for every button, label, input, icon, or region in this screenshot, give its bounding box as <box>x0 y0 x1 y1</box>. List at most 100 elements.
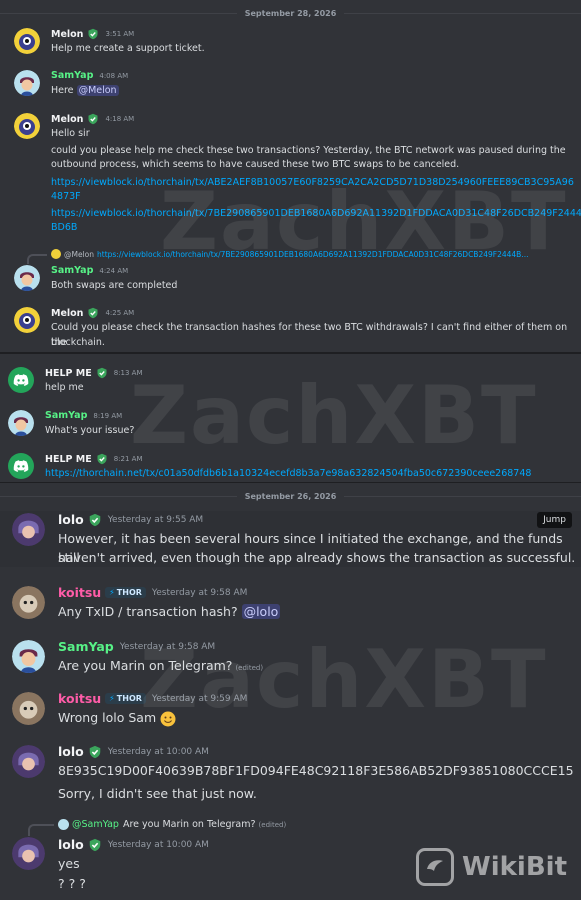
reply-username: @Melon <box>64 249 95 259</box>
reply-connector <box>27 254 47 264</box>
username[interactable]: SamYap <box>58 639 114 654</box>
avatar[interactable] <box>12 692 45 725</box>
reply-preview[interactable]: @Melon https://viewblock.io/thorchain/tx… <box>51 249 528 259</box>
date-divider: September 26, 2026 <box>0 488 581 504</box>
edited-label: (edited) <box>235 664 264 672</box>
wikibit-icon <box>416 848 455 886</box>
avatar[interactable] <box>14 307 40 333</box>
date-divider: September 28, 2026 <box>0 5 581 21</box>
text-fragment: Here <box>51 85 74 96</box>
username[interactable]: SamYap <box>51 70 93 81</box>
avatar[interactable] <box>12 745 45 778</box>
username[interactable]: lolo <box>58 837 84 852</box>
message-text: Help me create a support ticket. <box>51 43 205 54</box>
text-fragment: Are you Marin on Telegram? <box>58 658 233 673</box>
lightning-icon: ⚡ <box>109 694 115 703</box>
reply-username: @SamYap <box>72 819 119 830</box>
message-text: ? ? ? <box>58 876 86 891</box>
timestamp: Yesterday at 9:58 AM <box>119 641 216 652</box>
username[interactable]: HELP ME <box>45 454 92 465</box>
reply-text: https://viewblock.io/thorchain/tx/7BE290… <box>97 249 529 259</box>
edited-label: (edited) <box>258 820 287 829</box>
timestamp: 3:51 AM <box>105 30 135 38</box>
shield-check-icon <box>88 513 102 527</box>
username[interactable]: Melon <box>51 29 83 40</box>
user-mention[interactable]: @Melon <box>76 85 119 96</box>
username[interactable]: lolo <box>58 744 84 759</box>
reply-preview[interactable]: @SamYap Are you Marin on Telegram? (edit… <box>58 819 286 830</box>
tx-link[interactable]: https://thorchain.net/tx/c01a50dfdb6b1a1… <box>45 466 531 481</box>
avatar[interactable] <box>14 113 40 139</box>
shield-check-icon <box>87 113 99 125</box>
avatar[interactable] <box>12 640 45 673</box>
avatar[interactable] <box>14 28 40 54</box>
username[interactable]: Melon <box>51 308 83 319</box>
role-label: THOR <box>116 694 142 703</box>
username[interactable]: HELP ME <box>45 368 92 379</box>
tx-link[interactable]: https://viewblock.io/thorchain/tx/ABE2AE… <box>51 175 574 190</box>
username[interactable]: lolo <box>58 512 84 527</box>
username[interactable]: SamYap <box>51 265 93 276</box>
shield-check-icon <box>88 838 102 852</box>
smile-emoji-icon <box>160 711 176 727</box>
username[interactable]: Melon <box>51 114 83 125</box>
date-label: September 26, 2026 <box>244 491 337 501</box>
watermark: ZachXBT <box>130 369 538 462</box>
user-mention[interactable]: @lolo <box>241 604 281 619</box>
avatar[interactable] <box>12 513 45 546</box>
discord-logo-icon <box>8 367 34 393</box>
role-tag: ⚡ THOR <box>105 587 146 598</box>
tx-link[interactable]: BD6B <box>51 220 77 235</box>
message-text: Here @Melon <box>51 83 119 98</box>
reply-text: Are you Marin on Telegram? <box>122 819 256 830</box>
timestamp: 4:08 AM <box>99 71 129 80</box>
username[interactable]: koitsu <box>58 585 101 600</box>
timestamp: Yesterday at 9:58 AM <box>151 587 248 598</box>
wikibit-text: WikiBit <box>462 852 567 882</box>
avatar[interactable] <box>12 586 45 619</box>
text-fragment: Wrong lolo Sam <box>58 710 157 725</box>
timestamp: Yesterday at 9:59 AM <box>151 693 248 704</box>
timestamp: 4:25 AM <box>105 309 135 317</box>
tx-link[interactable]: https://viewblock.io/thorchain/tx/7BE290… <box>51 206 581 221</box>
timestamp: Yesterday at 9:55 AM <box>107 514 204 525</box>
chat-panel-thorchain-support: September 28, 2026 Melon 3:51 AM Help me… <box>0 0 581 352</box>
timestamp: 4:24 AM <box>99 266 129 275</box>
date-label: September 28, 2026 <box>244 8 337 18</box>
shield-check-icon <box>96 367 108 379</box>
avatar[interactable] <box>8 453 34 479</box>
chat-panel-thorchain-general: September 26, 2026 Jump lolo Yesterday a… <box>0 483 581 900</box>
avatar[interactable] <box>8 410 34 436</box>
timestamp: 8:13 AM <box>113 369 143 377</box>
avatar[interactable] <box>12 837 45 870</box>
shield-check-icon <box>87 28 99 40</box>
shield-check-icon <box>87 307 99 319</box>
timestamp: 4:18 AM <box>105 115 135 123</box>
username[interactable]: koitsu <box>58 691 101 706</box>
message-text: haven't arrived, even though the app alr… <box>58 550 576 565</box>
jump-button[interactable]: Jump <box>537 512 572 528</box>
avatar[interactable] <box>8 367 34 393</box>
message-text: blockchain. <box>51 337 105 348</box>
timestamp: 8:21 AM <box>113 455 143 463</box>
tx-link[interactable]: 4873F <box>51 189 81 204</box>
avatar <box>51 249 61 259</box>
avatar <box>58 819 69 830</box>
discord-logo-icon <box>8 453 34 479</box>
role-tag: ⚡ THOR <box>105 693 146 704</box>
role-label: THOR <box>116 588 142 597</box>
message-text: Any TxID / transaction hash? @lolo <box>58 602 281 621</box>
username[interactable]: SamYap <box>45 410 87 421</box>
message-text: yes <box>58 856 80 871</box>
message-text: Sorry, I didn't see that just now. <box>58 786 257 801</box>
message-text: help me <box>45 382 84 393</box>
avatar[interactable] <box>14 265 40 291</box>
chat-panel-help-me: HELP ME 8:13 AM help me SamYap 8:19 AM W… <box>0 352 581 482</box>
message-text: Both swaps are completed <box>51 280 178 291</box>
message-text: could you please help me check these two… <box>51 145 566 156</box>
avatar[interactable] <box>14 70 40 96</box>
reply-connector <box>28 824 54 836</box>
wikibit-logo: WikiBit <box>416 848 567 886</box>
tx-hash-text: 8E935C19D00F40639B78BF1FD094FE48C92118F3… <box>58 763 574 778</box>
timestamp: Yesterday at 10:00 AM <box>107 746 209 757</box>
